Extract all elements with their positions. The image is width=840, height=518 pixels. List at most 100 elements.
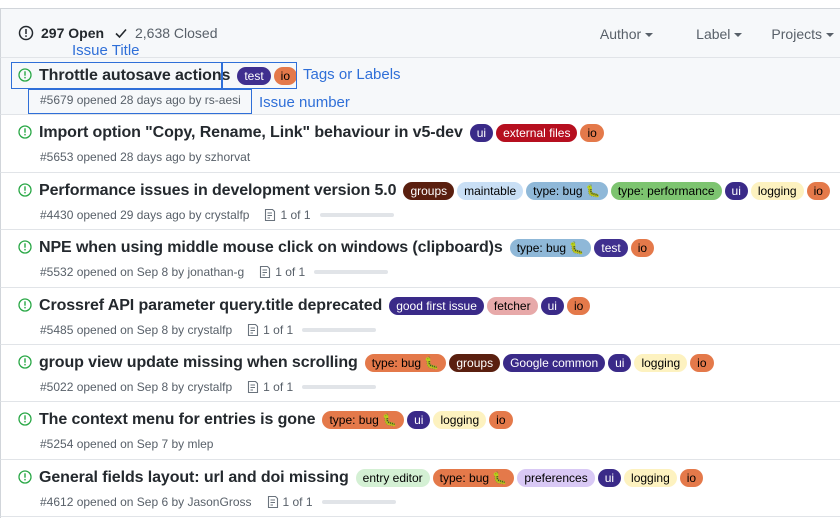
issue-number-meta: #4430 opened 29 days ago by crystalfp [40, 207, 250, 222]
issue-label[interactable]: ui [469, 124, 494, 143]
issue-label[interactable]: logging [433, 411, 487, 430]
issue-meta: #4430 opened 29 days ago by crystalfp 1 o… [40, 208, 394, 222]
issue-label[interactable]: good first issue [389, 296, 484, 315]
issue-title-line: NPE when using middle mouse click on win… [39, 239, 655, 258]
issue-label[interactable]: external files [496, 124, 578, 143]
issue-opened-icon [18, 25, 34, 41]
task-progress-bar [302, 327, 377, 332]
issue-title-link[interactable]: The context menu for entries is gone [39, 411, 316, 429]
issue-label[interactable]: io [806, 181, 830, 200]
issue-label[interactable]: io [566, 296, 591, 315]
issue-label[interactable]: type: bug 🐛 [364, 353, 447, 372]
issue-label[interactable]: io [679, 468, 704, 487]
issue-label[interactable]: test [237, 67, 271, 85]
issue-label[interactable]: preferences [517, 468, 595, 487]
issue-title-line: Crossref API parameter query.title depre… [39, 296, 591, 315]
issue-number-meta: #5485 opened on Sep 8 by crystalfp [40, 322, 233, 337]
issue-label[interactable]: ui [597, 468, 622, 487]
issue-row[interactable]: The context menu for entries is gone type… [0, 402, 840, 460]
filter-bar: Author Label Projects [600, 26, 840, 42]
issue-label[interactable]: maintable [457, 181, 524, 200]
issue-row[interactable]: General fields layout: url and doi missi… [0, 459, 840, 518]
issue-label[interactable]: logging [634, 353, 688, 372]
task-progress[interactable]: 1 of 1 [247, 323, 377, 337]
checklist-icon [248, 323, 259, 336]
open-count-label: 297 Open [41, 25, 105, 41]
issue-label[interactable]: io [580, 124, 604, 143]
open-issues-tab[interactable]: 297 Open [18, 25, 104, 41]
issue-label[interactable]: io [273, 67, 298, 85]
issue-number-meta: #5679 opened 28 days ago by rs-aesi [40, 93, 241, 107]
issue-opened-icon [18, 125, 32, 140]
issue-number-meta: #5254 opened on Sep 7 by mlep [40, 437, 214, 452]
issue-label[interactable]: fetcher [486, 296, 538, 315]
issue-title-line: Import option "Copy, Rename, Link" behav… [39, 124, 604, 143]
issue-label[interactable]: type: bug 🐛 [509, 239, 592, 258]
issue-opened-icon [18, 355, 32, 369]
chevron-down-icon [826, 33, 834, 37]
task-progress[interactable]: 1 of 1 [264, 208, 394, 222]
label-filter-dropdown[interactable]: Label [696, 26, 743, 42]
task-progress-bar [302, 384, 377, 389]
projects-filter-label: Projects [771, 26, 822, 42]
issue-meta: #4612 opened on Sep 6 by JasonGross 1 of … [40, 495, 396, 509]
closed-count-label: 2,638 Closed [135, 25, 218, 41]
issue-row[interactable]: Performance issues in development versio… [0, 172, 840, 231]
checklist-icon [265, 208, 276, 221]
issue-label[interactable]: logging [750, 181, 804, 200]
issue-opened-icon [18, 240, 32, 254]
issue-label[interactable]: ui [540, 296, 564, 315]
author-filter-label: Author [599, 26, 642, 42]
annotation-tags-or-labels: Tags or Labels [303, 66, 401, 83]
issue-opened-icon [18, 297, 32, 312]
issue-label[interactable]: type: bug 🐛 [432, 468, 515, 487]
issue-label[interactable]: entry editor [355, 468, 430, 487]
task-progress[interactable]: 1 of 1 [259, 265, 389, 280]
author-filter-dropdown[interactable]: Author [599, 26, 654, 42]
issue-label[interactable]: type: bug 🐛 [322, 411, 405, 430]
closed-issues-tab[interactable]: 2,638 Closed [114, 25, 218, 41]
issue-title-line: General fields layout: url and doi missi… [39, 468, 704, 487]
issue-label[interactable]: io [489, 411, 513, 430]
issue-title-link[interactable]: Performance issues in development versio… [39, 182, 397, 200]
checklist-icon [248, 380, 259, 394]
issue-label[interactable]: type: performance [610, 181, 722, 200]
issue-meta: #5679 opened 28 days ago by rs-aesi [40, 93, 241, 107]
issue-label[interactable]: logging [624, 468, 677, 487]
issue-label[interactable]: groups [449, 353, 501, 372]
issue-label[interactable]: io [630, 239, 655, 258]
task-progress-label: 1 of 1 [263, 379, 294, 394]
checklist-icon [260, 266, 271, 279]
annotation-issue-number: Issue number [259, 94, 350, 111]
issue-opened-icon [18, 470, 32, 484]
issue-label[interactable]: ui [407, 411, 431, 430]
issue-title-link[interactable]: group view update missing when scrolling [39, 354, 358, 372]
issue-number-meta: #5022 opened on Sep 8 by crystalfp [40, 379, 233, 394]
task-progress[interactable]: 1 of 1 [247, 379, 377, 394]
issue-row[interactable]: Crossref API parameter query.title depre… [0, 287, 840, 345]
label-filter-label: Label [696, 26, 731, 42]
issue-title-link[interactable]: NPE when using middle mouse click on win… [39, 239, 503, 257]
issue-title-link[interactable]: Import option "Copy, Rename, Link" behav… [39, 124, 463, 142]
issue-label[interactable]: ui [724, 181, 748, 200]
task-progress-label: 1 of 1 [275, 265, 306, 280]
issue-row[interactable]: group view update missing when scrolling… [0, 344, 840, 403]
issue-label[interactable]: io [690, 353, 714, 372]
issue-row[interactable]: NPE when using middle mouse click on win… [0, 230, 840, 288]
issue-title-line: group view update missing when scrolling… [39, 353, 714, 372]
issue-label[interactable]: ui [608, 353, 632, 372]
issue-label[interactable]: test [594, 239, 628, 258]
issue-label[interactable]: groups [403, 181, 455, 200]
issue-title-line: The context menu for entries is gone type… [39, 411, 513, 430]
issue-row[interactable]: Import option "Copy, Rename, Link" behav… [0, 115, 840, 173]
issue-meta: #5254 opened on Sep 7 by mlep [40, 437, 213, 451]
issue-row[interactable]: Throttle autosave actions test io #5679 ope… [0, 58, 840, 116]
projects-filter-dropdown[interactable]: Projects [771, 26, 834, 42]
issue-title-link[interactable]: General fields layout: url and doi missi… [39, 469, 349, 487]
issue-opened-icon [18, 183, 32, 197]
issue-label[interactable]: Google common [503, 353, 606, 372]
issue-title-link[interactable]: Crossref API parameter query.title depre… [39, 297, 382, 315]
task-progress[interactable]: 1 of 1 [267, 495, 396, 509]
issue-label[interactable]: type: bug 🐛 [526, 181, 608, 200]
issue-title-link[interactable]: Throttle autosave actions [39, 67, 230, 85]
